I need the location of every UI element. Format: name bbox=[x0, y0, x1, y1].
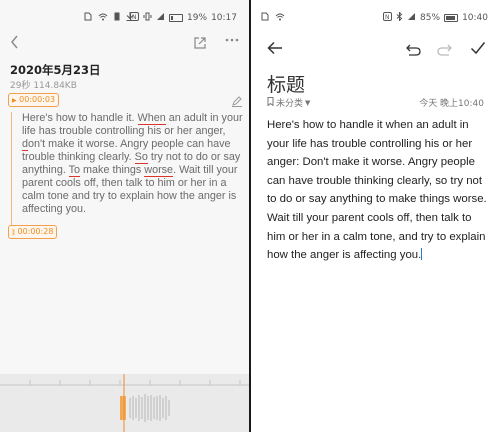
back-arrow-icon[interactable] bbox=[267, 40, 283, 59]
timestamp-start: 00:00:03 bbox=[19, 95, 56, 104]
category-label: 未分类 bbox=[276, 99, 304, 109]
transcript-timeline-line bbox=[11, 112, 12, 228]
redo-icon[interactable] bbox=[436, 41, 452, 60]
text-caret bbox=[421, 248, 423, 261]
editor-toolbar bbox=[251, 36, 500, 64]
transcript-flagged-word: To bbox=[68, 164, 81, 177]
waveform-graphic bbox=[0, 374, 249, 432]
bookmark-icon bbox=[267, 96, 274, 109]
undo-icon[interactable] bbox=[406, 41, 422, 60]
battery-icon bbox=[169, 14, 184, 22]
share-icon[interactable] bbox=[193, 35, 207, 54]
wifi-icon bbox=[98, 13, 108, 24]
signal-icon bbox=[156, 12, 165, 24]
pause-marker-icon: ‖ bbox=[12, 229, 15, 236]
more-icon[interactable] bbox=[225, 32, 239, 51]
vibrate-icon bbox=[143, 12, 152, 24]
note-body-text: Here's how to handle it when an adult in… bbox=[267, 119, 487, 262]
play-marker-icon: ▶ bbox=[12, 97, 17, 104]
signal-icon bbox=[407, 12, 416, 24]
transcript-segment: make things bbox=[80, 164, 142, 176]
recording-toolbar bbox=[0, 32, 249, 56]
recording-date: 2020年5月23日 bbox=[10, 63, 101, 77]
recording-transcript-panel: N 19% 10:17 2020年5月23日 29秒 114.84KB ▶ 00… bbox=[0, 0, 249, 432]
nfc-icon: N bbox=[383, 12, 393, 24]
clock: 10:40 bbox=[462, 13, 488, 23]
note-timestamp: 今天 晚上10:40 bbox=[419, 99, 484, 109]
category-dropdown[interactable]: 未分类 ▼ bbox=[267, 96, 310, 109]
transcript-flagged-word: So bbox=[134, 151, 148, 164]
transcript-flagged-word: worse bbox=[144, 164, 174, 177]
status-bar: N 19% 10:17 bbox=[0, 0, 249, 32]
waveform-scrubber[interactable] bbox=[0, 374, 249, 432]
battery-percent: 85% bbox=[420, 13, 441, 23]
clock: 10:17 bbox=[211, 13, 237, 23]
battery-icon bbox=[444, 14, 459, 22]
edit-pencil-icon[interactable] bbox=[231, 92, 243, 111]
note-editor-panel: N 85% 10:40 标题 未分类 ▼ 今天 晚上10:40 Here's h… bbox=[251, 0, 500, 432]
bluetooth-icon bbox=[396, 11, 403, 24]
transcript-segment: Here's how to handle it. bbox=[22, 112, 135, 124]
timestamp-start-badge[interactable]: ▶ 00:00:03 bbox=[8, 93, 60, 107]
storage-icon bbox=[114, 12, 120, 24]
sim-icon bbox=[84, 12, 92, 24]
sim-icon bbox=[261, 12, 269, 24]
status-bar: N 85% 10:40 bbox=[251, 0, 500, 32]
svg-text:N: N bbox=[385, 14, 390, 21]
timestamp-end-badge[interactable]: ‖ 00:00:28 bbox=[8, 225, 58, 239]
check-icon[interactable] bbox=[470, 40, 486, 59]
dropdown-caret-icon: ▼ bbox=[305, 98, 311, 107]
transcript-flagged-word: When bbox=[137, 112, 166, 125]
download-icon bbox=[126, 12, 134, 24]
recording-meta: 29秒 114.84KB bbox=[10, 81, 77, 91]
back-chevron-icon[interactable] bbox=[10, 34, 20, 53]
note-title[interactable]: 标题 bbox=[267, 70, 305, 97]
note-body-editor[interactable]: Here's how to handle it when an adult in… bbox=[267, 116, 489, 265]
timestamp-end: 00:00:28 bbox=[17, 227, 54, 236]
transcript-text[interactable]: Here's how to handle it. When an adult i… bbox=[22, 112, 249, 216]
battery-percent: 19% bbox=[187, 13, 208, 23]
wifi-icon bbox=[275, 13, 285, 24]
